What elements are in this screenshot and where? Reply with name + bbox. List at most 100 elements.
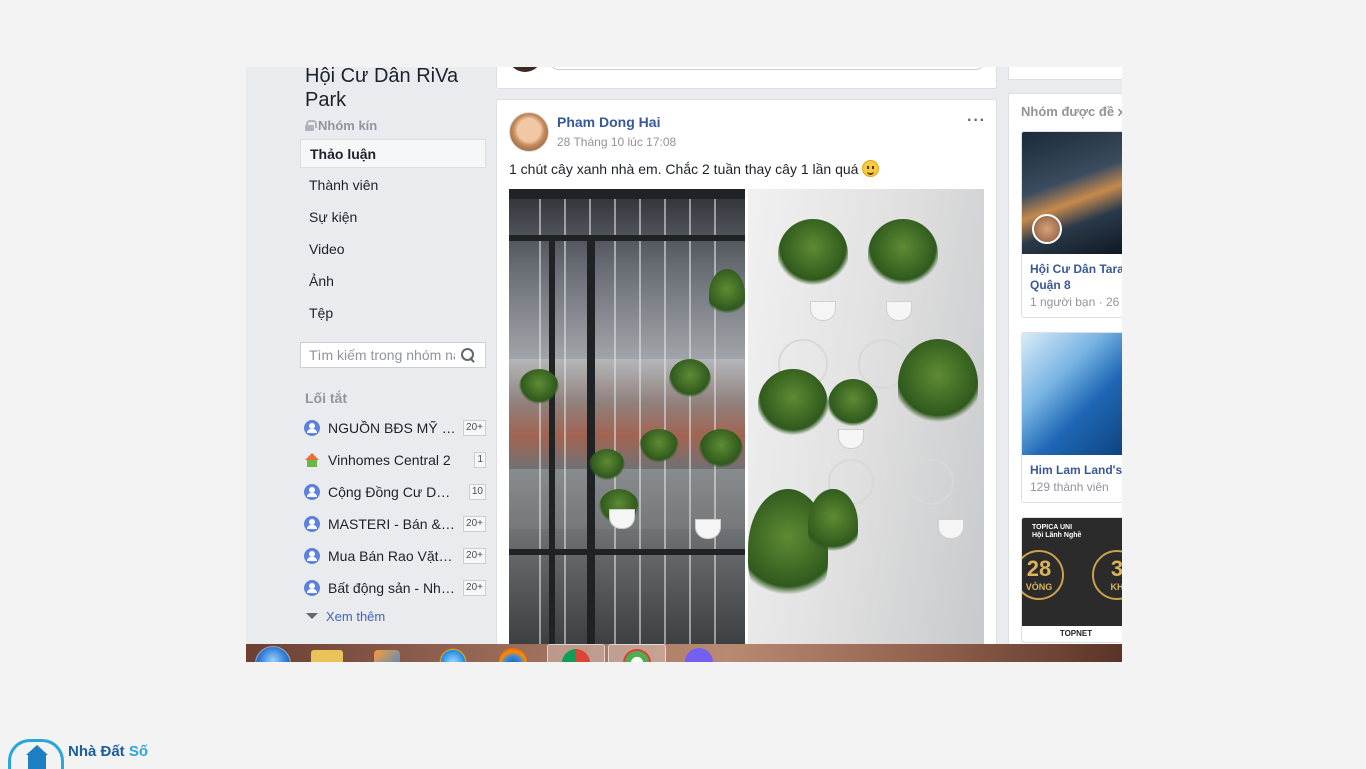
shortcut-label: NGUỒN BĐS MỸ ĐÌNH: [328, 420, 456, 436]
more-options-icon[interactable]: ···: [967, 112, 986, 130]
suggested-group-card[interactable]: Him Lam Land's 129 thành viên: [1021, 332, 1122, 503]
taskbar-media-player[interactable]: [358, 644, 416, 662]
start-button[interactable]: [246, 644, 302, 662]
group-name-line1: Hội Cư Dân Tara: [1030, 262, 1122, 276]
author-avatar[interactable]: [509, 112, 549, 152]
group-name-line2: Quận 8: [1030, 278, 1071, 292]
balcony-floor: [509, 529, 745, 649]
shortcut-item[interactable]: NGUỒN BĐS MỸ ĐÌNH 20+: [300, 412, 486, 444]
ad-word: VÒNG: [1025, 582, 1053, 592]
windows-start-icon: [255, 646, 291, 662]
ad-word: KH: [1110, 582, 1123, 592]
group-sidebar: Hội Cư Dân RiVa Park Nhóm kín Thảo luận …: [300, 67, 486, 628]
composer-input[interactable]: [549, 67, 985, 70]
ad-footer: TOPNET: [1022, 626, 1122, 642]
ad-number: 3: [1110, 556, 1122, 581]
ad-badge-rounds: 28 VÒNG: [1022, 550, 1064, 600]
shortcut-item[interactable]: Vinhomes Central 2 1: [300, 444, 486, 476]
group-name[interactable]: Hội Cư Dân Tara Quận 8: [1022, 254, 1122, 293]
privacy-label: Nhóm kín: [318, 118, 378, 133]
post-composer: [496, 67, 997, 89]
shortcut-count-badge: 20+: [463, 516, 486, 532]
firefox-icon: [499, 648, 527, 662]
ad-badge-courses: 3 KH: [1092, 550, 1122, 600]
taskbar-chrome[interactable]: [547, 644, 605, 662]
logo-text-part2: Số: [124, 743, 149, 760]
shortcut-item[interactable]: Mua Bán Rao Vặt Nhà Đất 20+: [300, 540, 486, 572]
viber-icon: [685, 648, 713, 662]
shortcut-label: MASTERI - Bán & Cho Thuê: [328, 516, 456, 532]
group-icon: [304, 516, 320, 532]
suggested-group-card[interactable]: Hội Cư Dân Tara Quận 8 1 người bạn · 26: [1021, 131, 1122, 318]
post-timestamp[interactable]: 28 Tháng 10 lúc 17:08: [557, 135, 676, 149]
shortcut-count-badge: 20+: [463, 580, 486, 596]
smiley-icon: [862, 160, 880, 177]
media-player-icon: [374, 650, 400, 662]
house-icon: [304, 452, 320, 468]
group-icon: [304, 420, 320, 436]
taskbar-explorer[interactable]: [298, 644, 356, 662]
taskbar-internet-explorer[interactable]: [424, 644, 482, 662]
group-title[interactable]: Hội Cư Dân RiVa Park: [305, 67, 486, 112]
shortcut-count-badge: 10: [468, 484, 486, 500]
shortcut-item[interactable]: Cộng Đồng Cư Dân Sài Gòn 10: [300, 476, 486, 508]
group-nav: Thảo luận Thành viên Sự kiện Video Ảnh T…: [300, 139, 486, 328]
group-icon: [304, 548, 320, 564]
shortcut-count-badge: 20+: [463, 548, 486, 564]
nav-item-events[interactable]: Sự kiện: [300, 203, 486, 232]
group-meta: 1 người bạn · 26: [1030, 295, 1120, 309]
ad-header: TOPICA UNI Hội Lãnh Nghề: [1032, 524, 1081, 540]
avatar[interactable]: [509, 67, 541, 72]
nav-item-members[interactable]: Thành viên: [300, 171, 486, 200]
house-cloud-icon: [6, 733, 66, 769]
post-photo-wall-planters[interactable]: [748, 189, 984, 649]
nav-item-photos[interactable]: Ảnh: [300, 267, 486, 296]
post-text: 1 chút cây xanh nhà em. Chắc 2 tuần thay…: [509, 160, 880, 177]
group-cover-image[interactable]: TOPICA UNI Hội Lãnh Nghề 28 VÒNG 3 KH TO…: [1022, 518, 1122, 642]
shortcut-label: Bất động sản - Nhà Đất: [328, 580, 456, 596]
shortcut-item[interactable]: MASTERI - Bán & Cho Thuê 20+: [300, 508, 486, 540]
suggested-group-card[interactable]: TOPICA UNI Hội Lãnh Nghề 28 VÒNG 3 KH TO…: [1021, 517, 1122, 643]
site-logo: Nhà Đất Số: [6, 733, 148, 769]
group-icon: [304, 484, 320, 500]
post-author[interactable]: Pham Dong Hai: [557, 114, 660, 130]
chrome-icon: [562, 649, 590, 662]
shortcuts-list: NGUỒN BĐS MỸ ĐÌNH 20+ Vinhomes Central 2…: [300, 412, 486, 628]
suggested-groups-title: Nhóm được đề xuất: [1021, 104, 1122, 119]
shortcut-item[interactable]: Bất động sản - Nhà Đất 20+: [300, 572, 486, 604]
internet-explorer-icon: [439, 648, 467, 662]
suggested-groups: Nhóm được đề xuất Hội Cư Dân Tara Quận 8…: [1008, 93, 1122, 662]
search-icon[interactable]: [461, 348, 475, 362]
post-photo-balcony[interactable]: [509, 189, 745, 649]
windows-taskbar: [246, 644, 1122, 662]
see-more-label: Xem thêm: [326, 608, 386, 624]
see-more-link[interactable]: Xem thêm: [300, 604, 486, 628]
shortcut-count-badge: 1: [474, 452, 486, 468]
shortcuts-title: Lối tắt: [305, 390, 347, 406]
group-cover-image[interactable]: [1022, 132, 1122, 254]
logo-text-part1: Nhà Đất: [68, 743, 125, 760]
facebook-group-page: Hội Cư Dân RiVa Park Nhóm kín Thảo luận …: [246, 67, 1122, 662]
taskbar-coccoc[interactable]: [608, 644, 666, 662]
post-message: 1 chút cây xanh nhà em. Chắc 2 tuần thay…: [509, 160, 859, 177]
friend-avatar: [1032, 214, 1062, 244]
feed-post: Pham Dong Hai 28 Tháng 10 lúc 17:08 ··· …: [496, 99, 997, 662]
nav-item-videos[interactable]: Video: [300, 235, 486, 264]
ad-brand: TOPICA UNI: [1032, 524, 1073, 531]
group-search-input[interactable]: [309, 347, 455, 363]
logo-text: Nhà Đất Số: [68, 735, 148, 769]
group-meta: 129 thành viên: [1030, 480, 1109, 494]
taskbar-viber[interactable]: [670, 644, 728, 662]
group-name[interactable]: Him Lam Land's: [1022, 455, 1122, 478]
nav-item-files[interactable]: Tệp: [300, 299, 486, 328]
shortcut-label: Vinhomes Central 2: [328, 452, 451, 468]
nav-item-discussion[interactable]: Thảo luận: [300, 139, 486, 168]
ad-number: 28: [1026, 556, 1052, 581]
folder-icon: [311, 650, 343, 662]
shortcut-label: Cộng Đồng Cư Dân Sài Gòn: [328, 484, 456, 500]
group-cover-image[interactable]: [1022, 333, 1122, 455]
right-column-top: [1008, 67, 1122, 80]
group-search: [300, 342, 486, 368]
taskbar-firefox[interactable]: [484, 644, 542, 662]
triangle-down-icon: [306, 613, 318, 619]
